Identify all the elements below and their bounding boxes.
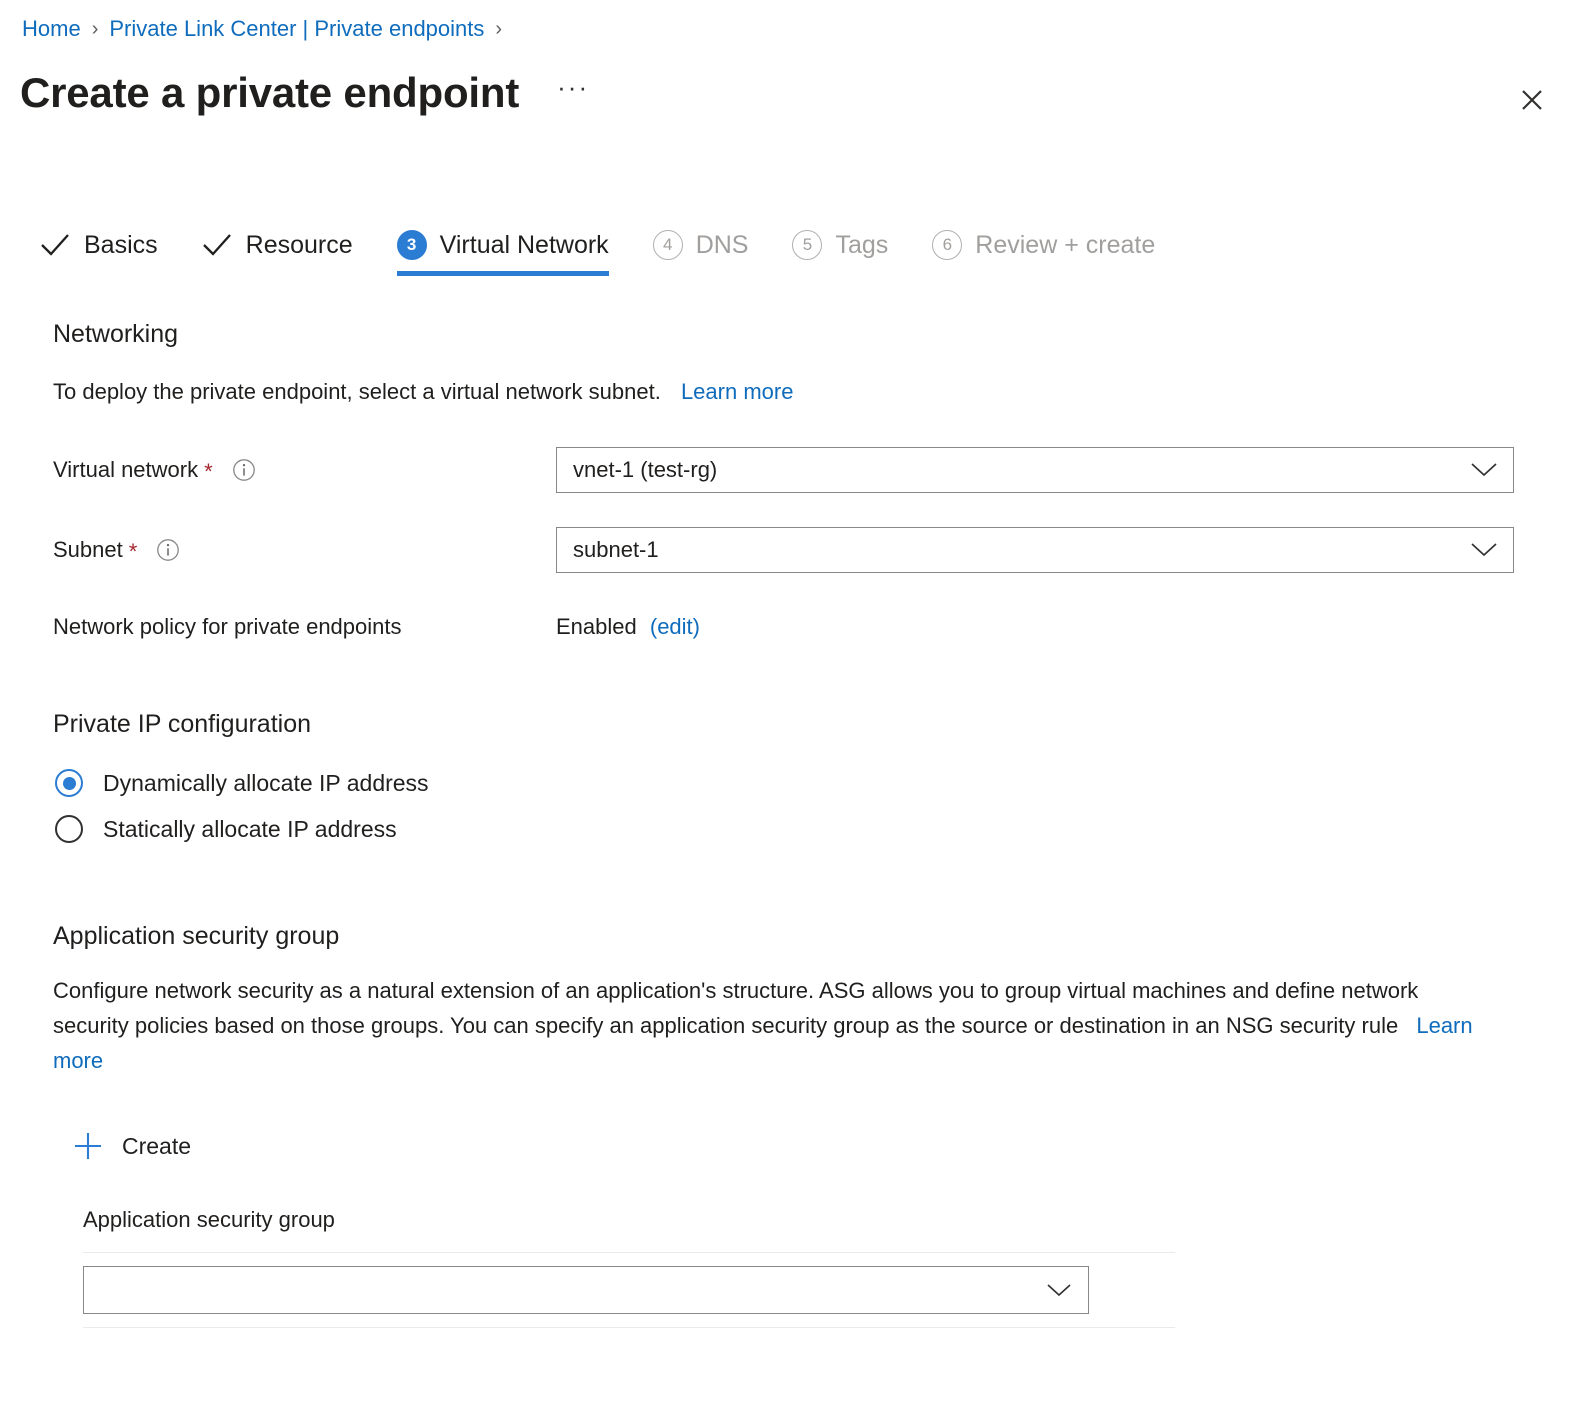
tab-dns-label: DNS <box>696 228 749 262</box>
chevron-down-icon <box>1469 541 1499 559</box>
asg-description-text: Configure network security as a natural … <box>53 978 1418 1038</box>
tab-virtual-network[interactable]: 3 Virtual Network <box>397 228 609 276</box>
application-security-group-description: Configure network security as a natural … <box>53 973 1498 1078</box>
subnet-dropdown[interactable]: subnet-1 <box>556 527 1514 573</box>
network-policy-row: Network policy for private endpoints Ena… <box>53 612 1513 642</box>
virtual-network-label: Virtual network * <box>53 455 556 485</box>
subnet-field-row: Subnet * subnet-1 <box>53 527 1513 573</box>
network-policy-label-text: Network policy for private endpoints <box>53 612 402 642</box>
breadcrumb-item-private-link-center[interactable]: Private Link Center | Private endpoints <box>109 14 484 44</box>
tab-tags[interactable]: 5 Tags <box>792 228 888 276</box>
required-asterisk: * <box>129 542 138 562</box>
radio-dynamically-allocate[interactable]: Dynamically allocate IP address <box>55 760 429 806</box>
application-security-group-heading: Application security group <box>53 920 339 952</box>
check-icon <box>40 232 70 258</box>
close-icon[interactable] <box>1512 80 1552 120</box>
plus-icon <box>72 1130 104 1162</box>
breadcrumb-item-home[interactable]: Home <box>22 14 81 44</box>
step-number-badge: 5 <box>792 230 822 260</box>
networking-heading: Networking <box>53 318 178 350</box>
networking-description: To deploy the private endpoint, select a… <box>53 375 793 409</box>
breadcrumb-separator-icon-2: › <box>495 14 502 44</box>
tab-active-underline <box>397 271 609 276</box>
tab-virtual-network-label: Virtual Network <box>440 228 609 262</box>
tab-basics[interactable]: Basics <box>40 228 158 276</box>
required-asterisk: * <box>204 462 213 482</box>
private-ip-configuration-heading: Private IP configuration <box>53 708 311 740</box>
tab-dns[interactable]: 4 DNS <box>653 228 749 276</box>
virtual-network-value: vnet-1 (test-rg) <box>573 456 717 484</box>
network-policy-label: Network policy for private endpoints <box>53 612 556 642</box>
radio-selected-icon <box>55 769 83 797</box>
asg-column-header: Application security group <box>83 1205 1175 1252</box>
wizard-tabs: Basics Resource 3 Virtual Network 4 DNS … <box>40 228 1199 276</box>
network-policy-edit-link[interactable]: (edit) <box>650 614 700 639</box>
network-policy-value-group: Enabled (edit) <box>556 612 700 642</box>
info-icon[interactable] <box>155 537 181 563</box>
asg-select-dropdown[interactable] <box>83 1266 1089 1314</box>
radio-statically-allocate-label: Statically allocate IP address <box>103 814 397 844</box>
subnet-value: subnet-1 <box>573 536 659 564</box>
networking-learn-more-link[interactable]: Learn more <box>681 379 794 404</box>
breadcrumb: Home › Private Link Center | Private end… <box>22 14 513 44</box>
table-divider-bottom <box>83 1327 1175 1328</box>
info-icon[interactable] <box>231 457 257 483</box>
tab-resource-label: Resource <box>246 228 353 262</box>
page-title: Create a private endpoint <box>20 66 519 120</box>
private-ip-radio-group: Dynamically allocate IP address Statical… <box>55 760 429 852</box>
breadcrumb-separator-icon: › <box>92 14 99 44</box>
radio-statically-allocate[interactable]: Statically allocate IP address <box>55 806 429 852</box>
virtual-network-field-row: Virtual network * vnet-1 (test-rg) <box>53 447 1513 493</box>
networking-description-text: To deploy the private endpoint, select a… <box>53 379 661 404</box>
application-security-group-table: Application security group <box>83 1205 1175 1328</box>
create-asg-button-label: Create <box>122 1131 191 1161</box>
step-number-badge: 3 <box>397 230 427 260</box>
chevron-down-icon <box>1469 461 1499 479</box>
check-icon <box>202 232 232 258</box>
tab-tags-label: Tags <box>835 228 888 262</box>
more-options-button[interactable]: ··· <box>557 77 589 109</box>
title-row: Create a private endpoint ··· <box>20 66 589 120</box>
subnet-label: Subnet * <box>53 535 556 565</box>
create-asg-button[interactable]: Create <box>72 1130 191 1162</box>
chevron-down-icon <box>1045 1282 1073 1299</box>
virtual-network-dropdown[interactable]: vnet-1 (test-rg) <box>556 447 1514 493</box>
tab-review-create-label: Review + create <box>975 228 1155 262</box>
step-number-badge: 6 <box>932 230 962 260</box>
table-row <box>83 1253 1175 1327</box>
radio-dynamically-allocate-label: Dynamically allocate IP address <box>103 768 429 798</box>
tab-review-create[interactable]: 6 Review + create <box>932 228 1155 276</box>
radio-unselected-icon <box>55 815 83 843</box>
subnet-label-text: Subnet <box>53 535 123 565</box>
tab-resource[interactable]: Resource <box>202 228 353 276</box>
virtual-network-label-text: Virtual network <box>53 455 198 485</box>
step-number-badge: 4 <box>653 230 683 260</box>
tab-basics-label: Basics <box>84 228 158 262</box>
network-policy-value: Enabled <box>556 614 637 639</box>
